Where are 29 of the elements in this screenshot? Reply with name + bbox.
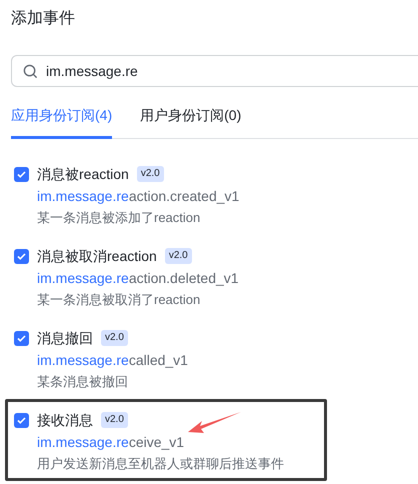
event-name: 消息撤回 [37, 329, 93, 348]
check-icon [17, 334, 26, 342]
checkbox[interactable] [14, 412, 29, 428]
search-field[interactable]: im.message.re [11, 55, 418, 87]
check-icon [17, 416, 26, 424]
version-tag: v2.0 [101, 412, 128, 428]
checkbox[interactable] [14, 330, 29, 346]
event-key: im.message.recalled_v1 [37, 350, 188, 370]
version-tag: v2.0 [101, 330, 128, 346]
checkbox[interactable] [14, 166, 29, 182]
checkbox[interactable] [14, 248, 29, 264]
event-name: 消息被reaction [37, 165, 129, 184]
search-icon [23, 64, 38, 79]
event-name: 消息被取消reaction [37, 247, 157, 266]
version-tag: v2.0 [164, 248, 192, 264]
tab[interactable]: 用户身份订阅(0) [140, 101, 242, 139]
event-description: 某一条消息被添加了reaction [37, 209, 200, 227]
check-icon [17, 170, 26, 178]
panel-title: 添加事件 [11, 8, 75, 29]
event-description: 某一条消息被取消了reaction [37, 291, 200, 309]
event-key: im.message.reaction.deleted_v1 [37, 268, 239, 288]
event-name: 接收消息 [37, 411, 93, 430]
event-description: 用户发送新消息至机器人或群聊后推送事件 [37, 455, 284, 473]
check-icon [17, 252, 26, 260]
version-tag: v2.0 [136, 166, 164, 182]
event-key: im.message.receive_v1 [37, 432, 184, 452]
event-key: im.message.reaction.created_v1 [37, 186, 240, 206]
tab[interactable]: 应用身份订阅(4) [11, 101, 112, 139]
event-description: 某条消息被撤回 [37, 373, 128, 391]
